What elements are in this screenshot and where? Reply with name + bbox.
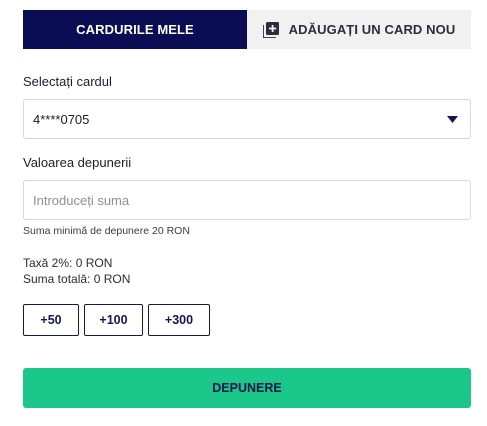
tab-my-cards[interactable]: CARDURILE MELE bbox=[23, 10, 247, 49]
deposit-button[interactable]: DEPUNERE bbox=[23, 368, 471, 408]
fee-text: Taxă 2%: 0 RON bbox=[23, 256, 113, 270]
add-box-icon bbox=[262, 21, 279, 38]
amount-input[interactable] bbox=[23, 180, 471, 220]
min-deposit-hint: Suma minimă de depunere 20 RON bbox=[23, 225, 190, 237]
caret-down-icon bbox=[447, 115, 458, 123]
amount-label: Valoarea depunerii bbox=[23, 155, 132, 170]
quick-amounts: +50 +100 +300 bbox=[23, 304, 210, 336]
card-select[interactable]: 4****0705 bbox=[23, 99, 471, 139]
deposit-panel: CARDURILE MELE ADĂUGAȚI UN CARD NOU Sele… bbox=[0, 0, 487, 426]
selected-card-value: 4****0705 bbox=[33, 111, 90, 127]
quick-amount-300-button[interactable]: +300 bbox=[148, 304, 210, 336]
quick-amount-100-button[interactable]: +100 bbox=[84, 304, 143, 336]
tab-add-card-label: ADĂUGAȚI UN CARD NOU bbox=[288, 22, 456, 37]
card-tabs: CARDURILE MELE ADĂUGAȚI UN CARD NOU bbox=[23, 10, 471, 49]
total-text: Suma totală: 0 RON bbox=[23, 272, 131, 286]
select-card-label: Selectați cardul bbox=[23, 74, 112, 89]
quick-amount-50-button[interactable]: +50 bbox=[23, 304, 79, 336]
tab-add-card[interactable]: ADĂUGAȚI UN CARD NOU bbox=[247, 10, 471, 49]
tab-my-cards-label: CARDURILE MELE bbox=[76, 22, 194, 37]
